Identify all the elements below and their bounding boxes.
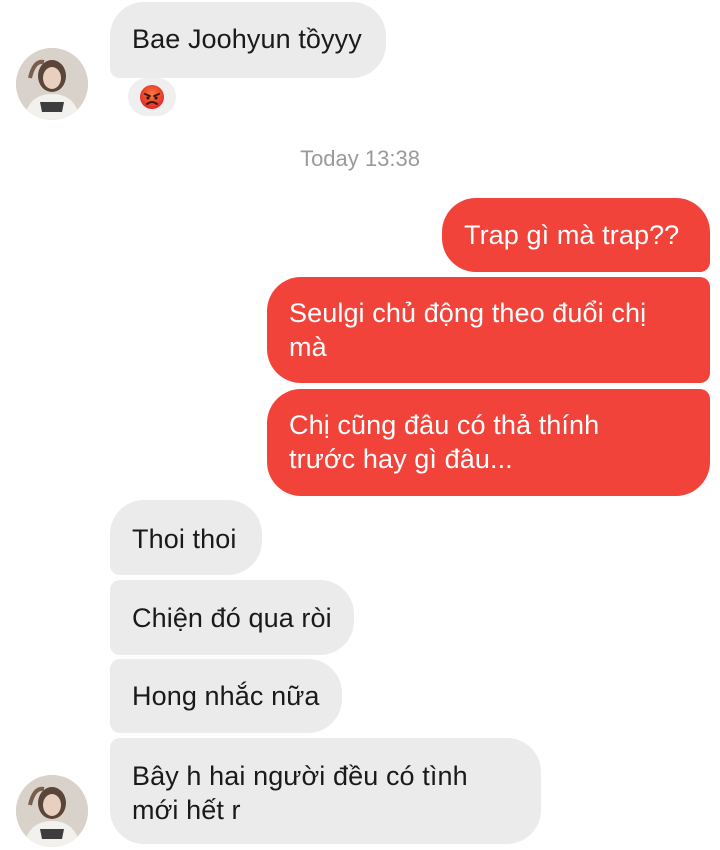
- incoming-message[interactable]: Hong nhắc nữa: [110, 659, 342, 733]
- message-text: Thoi thoi: [132, 524, 237, 554]
- outgoing-message[interactable]: Chị cũng đâu có thả thính trước hay gì đ…: [267, 389, 710, 496]
- message-text: Hong nhắc nữa: [132, 681, 320, 711]
- outgoing-message[interactable]: Seulgi chủ động theo đuổi chị mà: [267, 277, 710, 383]
- outgoing-message[interactable]: Trap gì mà trap??: [442, 198, 710, 272]
- message-text-line: mới hết r: [132, 795, 241, 825]
- angry-face-icon: [140, 85, 164, 109]
- message-reaction[interactable]: [128, 78, 176, 116]
- message-text: Bae Joohyun tồyyy: [132, 24, 362, 54]
- message-text-line: Seulgi chủ động theo đuổi chị: [289, 298, 647, 328]
- avatar-image: [16, 48, 88, 120]
- message-text: Trap gì mà trap??: [464, 220, 680, 250]
- incoming-message[interactable]: Bây h hai người đều có tình mới hết r: [110, 738, 541, 844]
- incoming-message[interactable]: Thoi thoi: [110, 500, 262, 575]
- message-text-line: Bây h hai người đều có tình: [132, 761, 468, 791]
- message-text-line: Chị cũng đâu có thả thính: [289, 410, 600, 440]
- contact-avatar[interactable]: [16, 775, 88, 847]
- contact-avatar[interactable]: [16, 48, 88, 120]
- chat-thread[interactable]: Bae Joohyun tồyyy Today 13:38 Trap gì mà…: [0, 0, 720, 850]
- avatar-image: [16, 775, 88, 847]
- incoming-message[interactable]: Bae Joohyun tồyyy: [110, 2, 386, 78]
- timestamp: Today 13:38: [300, 146, 420, 171]
- message-text: Chiện đó qua ròi: [132, 603, 332, 633]
- incoming-message[interactable]: Chiện đó qua ròi: [110, 580, 354, 655]
- message-text-line: mà: [289, 332, 327, 362]
- message-text-line: trước hay gì đâu...: [289, 444, 513, 474]
